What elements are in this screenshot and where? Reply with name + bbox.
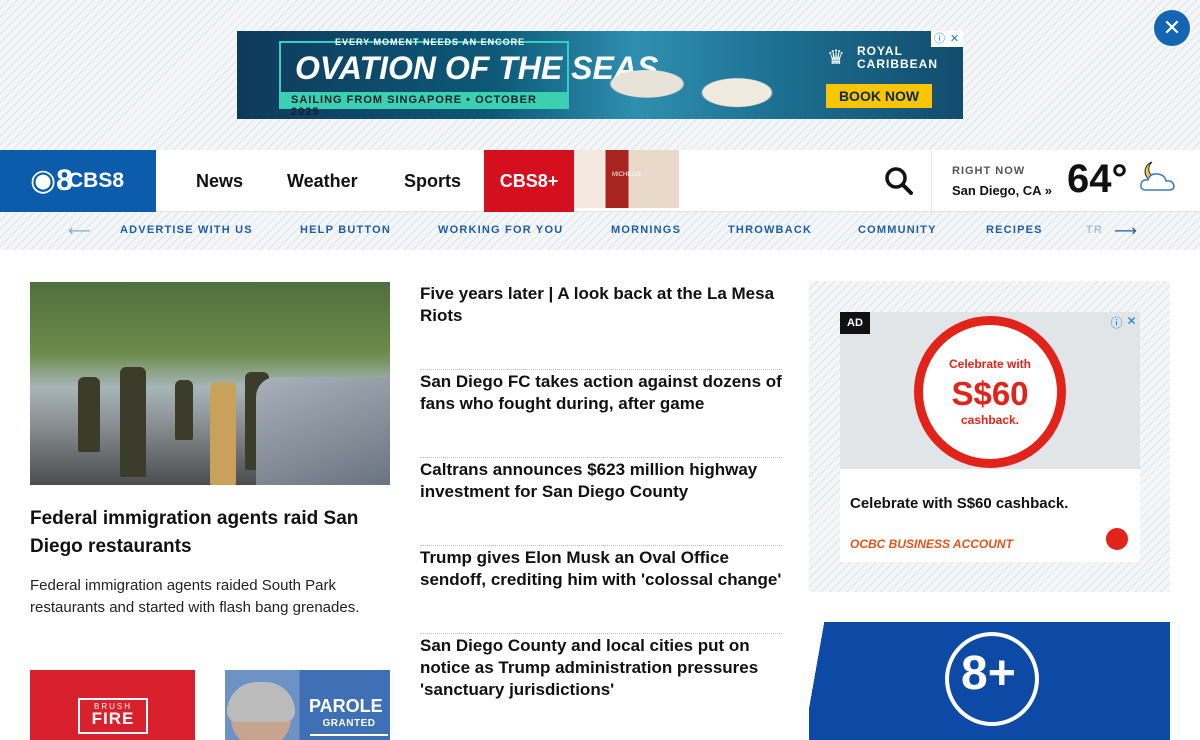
- promo-label: MICHELIN: [612, 172, 641, 178]
- subnav-item[interactable]: ADVERTISE WITH US: [120, 224, 253, 236]
- headline-item[interactable]: Trump gives Elon Musk an Oval Office sen…: [420, 546, 782, 634]
- section-subnav: ⟵ ADVERTISE WITH US HELP BUTTON WORKING …: [0, 212, 1200, 250]
- portrait-hair: [227, 682, 295, 722]
- photo-figure: [175, 380, 193, 440]
- parole-thumbnail[interactable]: PAROLE GRANTED: [225, 670, 390, 740]
- logo-text: CBS8: [68, 169, 125, 192]
- ad-choices[interactable]: ⓘ ✕: [931, 31, 963, 47]
- subnav-item[interactable]: WORKING FOR YOU: [438, 224, 563, 236]
- subnav-item[interactable]: MORNINGS: [611, 224, 681, 236]
- subnav-item[interactable]: COMMUNITY: [858, 224, 937, 236]
- close-icon[interactable]: ✕: [1125, 314, 1138, 331]
- brush-fire-thumbnail[interactable]: BRUSH FIRE: [30, 670, 195, 740]
- headline-list: Five years later | A look back at the La…: [420, 282, 782, 740]
- headline-item[interactable]: San Diego FC takes action against dozens…: [420, 370, 782, 458]
- photo-figure: [78, 377, 100, 452]
- ad-description: Celebrate with S$60 cashback.: [850, 495, 1069, 512]
- info-icon[interactable]: ⓘ: [933, 31, 946, 47]
- site-header: ◉8 CBS8 News Weather Sports CBS8+ MICHEL…: [0, 150, 1200, 212]
- info-icon[interactable]: ⓘ: [1110, 314, 1123, 331]
- partly-cloudy-night-icon: [1138, 160, 1178, 199]
- cruise-ad-banner[interactable]: EVERY MOMENT NEEDS AN ENCORE OVATION OF …: [237, 31, 963, 119]
- photo-figure: [120, 367, 146, 477]
- weather-widget[interactable]: RIGHT NOW San Diego, CA » 64°: [931, 150, 1200, 212]
- promo-thumbnail[interactable]: MICHELIN: [574, 150, 679, 208]
- ad-label: AD: [840, 312, 870, 334]
- brush-fire-badge: BRUSH FIRE: [78, 698, 148, 734]
- ad-choices[interactable]: ⓘ ✕: [1110, 314, 1138, 331]
- ad-tagline: EVERY MOMENT NEEDS AN ENCORE: [335, 37, 526, 47]
- nav-weather[interactable]: Weather: [287, 171, 358, 192]
- headline-item[interactable]: Caltrans announces $623 million highway …: [420, 458, 782, 546]
- cashback-ring: Celebrate with S$60 cashback.: [914, 316, 1066, 468]
- book-now-button[interactable]: BOOK NOW: [826, 84, 932, 108]
- arrow-right-icon[interactable]: ⟶: [1114, 221, 1137, 241]
- photo-car: [256, 377, 390, 485]
- weather-label: RIGHT NOW: [952, 165, 1026, 177]
- parole-title: PAROLE: [309, 696, 383, 716]
- side-ad-area: Celebrate with S$60 cashback. AD ⓘ ✕ Cel…: [809, 281, 1170, 592]
- close-icon[interactable]: ✕: [948, 31, 961, 47]
- ad-brand-line2: CARIBBEAN: [857, 57, 938, 71]
- close-ad-button[interactable]: ✕: [1154, 10, 1190, 46]
- ad-photo: [587, 31, 787, 119]
- headline-item[interactable]: Five years later | A look back at the La…: [420, 282, 782, 370]
- bank-ad[interactable]: Celebrate with S$60 cashback. AD ⓘ ✕ Cel…: [840, 312, 1140, 562]
- subnav-item[interactable]: TR: [1086, 224, 1103, 236]
- ring-line2: cashback.: [960, 413, 1020, 427]
- nav-news[interactable]: News: [196, 171, 243, 192]
- parole-subtitle: GRANTED: [310, 718, 388, 736]
- photo-figure: [210, 382, 236, 485]
- brush-fire-big: FIRE: [91, 709, 135, 728]
- bank-logo-icon: [1106, 528, 1128, 550]
- cbs8-plus-promo[interactable]: 8+: [809, 622, 1170, 740]
- subnav-item[interactable]: RECIPES: [986, 224, 1043, 236]
- nav-sports[interactable]: Sports: [404, 171, 461, 192]
- subnav-item[interactable]: HELP BUTTON: [300, 224, 391, 236]
- arrow-left-icon[interactable]: ⟵: [68, 221, 91, 241]
- bank-ad-visual: Celebrate with S$60 cashback.: [840, 312, 1140, 469]
- ring-line1: Celebrate with: [948, 357, 1032, 371]
- headline-item[interactable]: San Diego County and local cities put on…: [420, 634, 782, 740]
- cbs8-plus-icon: 8+: [961, 647, 1016, 700]
- ring-amount: S$60: [951, 375, 1029, 412]
- ad-cta[interactable]: OCBC BUSINESS ACCOUNT: [850, 537, 1013, 551]
- crown-icon: ♛: [827, 47, 845, 69]
- cbs8-logo[interactable]: ◉8 CBS8: [0, 150, 156, 212]
- cbs8-plus-button[interactable]: CBS8+: [484, 150, 574, 212]
- lead-story-image[interactable]: [30, 282, 390, 485]
- weather-temperature: 64°: [1067, 157, 1128, 201]
- lead-story-title[interactable]: Federal immigration agents raid San Dieg…: [30, 505, 390, 561]
- ad-brand: ROYAL CARIBBEAN: [857, 45, 938, 71]
- search-icon[interactable]: [884, 166, 914, 196]
- subnav-item[interactable]: THROWBACK: [728, 224, 812, 236]
- cbs-eye-icon: ◉8: [30, 164, 73, 197]
- ad-subtitle: SAILING FROM SINGAPORE • OCTOBER 2025: [281, 92, 567, 118]
- weather-location[interactable]: San Diego, CA »: [952, 183, 1052, 198]
- top-ad-area: EVERY MOMENT NEEDS AN ENCORE OVATION OF …: [0, 0, 1200, 150]
- lead-story-summary: Federal immigration agents raided South …: [30, 577, 360, 616]
